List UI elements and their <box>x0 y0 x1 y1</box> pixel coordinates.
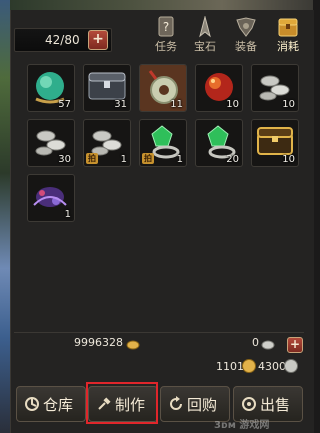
silver-ingot-currency-icon <box>126 340 140 350</box>
gold-amount: 1101 <box>216 360 244 373</box>
tab-quest[interactable]: ? 任务 <box>146 14 186 54</box>
inventory-slot[interactable]: 10 <box>251 64 299 112</box>
game-scene-background-top <box>10 0 313 10</box>
item-quantity: 1 <box>176 154 183 165</box>
item-quantity: 11 <box>170 99 183 110</box>
item-quantity: 1 <box>64 209 71 220</box>
tab-equipment-label: 装备 <box>235 40 257 53</box>
bound-badge: 拍 <box>142 153 154 164</box>
warehouse-label: 仓库 <box>43 396 74 414</box>
inventory-slot[interactable]: 10 <box>251 119 299 167</box>
inventory-slot[interactable]: 拍 1 <box>139 119 187 167</box>
buyback-label: 回购 <box>187 396 218 414</box>
gold-coin-icon <box>242 359 256 373</box>
sell-label: 出售 <box>260 396 291 414</box>
equipment-icon <box>236 17 256 37</box>
item-quantity: 57 <box>58 99 71 110</box>
item-quantity: 1 <box>120 154 127 165</box>
inventory-slot[interactable]: 10 <box>195 64 243 112</box>
add-bound-gold-button[interactable]: + <box>287 337 303 353</box>
inventory-slot[interactable]: 20 <box>195 119 243 167</box>
tab-quest-label: 任务 <box>155 40 177 53</box>
inventory-slot[interactable]: 拍 1 <box>83 119 131 167</box>
silver-amount: 9996328 <box>74 336 123 349</box>
craft-highlight-annotation <box>86 382 158 424</box>
inventory-slot[interactable]: 11 <box>139 64 187 112</box>
currency-divider <box>14 332 304 333</box>
svg-text:?: ? <box>163 20 169 34</box>
bound-badge: 拍 <box>86 153 98 164</box>
game-scene-background <box>0 0 10 433</box>
diamond-coin-icon <box>284 359 298 373</box>
item-quantity: 10 <box>282 154 295 165</box>
site-watermark: 3ᴅᴍ 游戏网 <box>214 420 270 431</box>
sell-icon <box>242 397 256 411</box>
expand-bag-button[interactable]: + <box>88 30 108 50</box>
tab-equipment[interactable]: 装备 <box>226 14 266 54</box>
quest-scroll-icon: ? <box>158 16 174 37</box>
tab-consumable-label: 消耗 <box>277 40 299 53</box>
diamond-amount: 4300 <box>258 360 286 373</box>
warehouse-icon <box>25 397 39 411</box>
buyback-icon <box>170 396 182 410</box>
inventory-slot[interactable]: 1 <box>27 174 75 222</box>
bag-capacity-text: 42/80 <box>45 33 80 47</box>
tab-gem-label: 宝石 <box>194 40 216 53</box>
inventory-slot[interactable]: 31 <box>83 64 131 112</box>
item-quantity: 20 <box>226 154 239 165</box>
bound-gold-amount: 0 <box>252 336 259 349</box>
gold-ingot-currency-icon <box>261 340 275 350</box>
item-quantity: 10 <box>282 99 295 110</box>
item-quantity: 31 <box>114 99 127 110</box>
item-quantity: 30 <box>58 154 71 165</box>
gem-icon <box>199 16 211 38</box>
consumable-chest-icon <box>278 18 298 37</box>
tab-gem[interactable]: 宝石 <box>185 14 225 54</box>
item-quantity: 10 <box>226 99 239 110</box>
warehouse-button[interactable]: 仓库 <box>16 386 86 422</box>
tab-consumable[interactable]: 消耗 <box>268 14 308 54</box>
inventory-slot[interactable]: 30 <box>27 119 75 167</box>
inventory-slot[interactable]: 57 <box>27 64 75 112</box>
